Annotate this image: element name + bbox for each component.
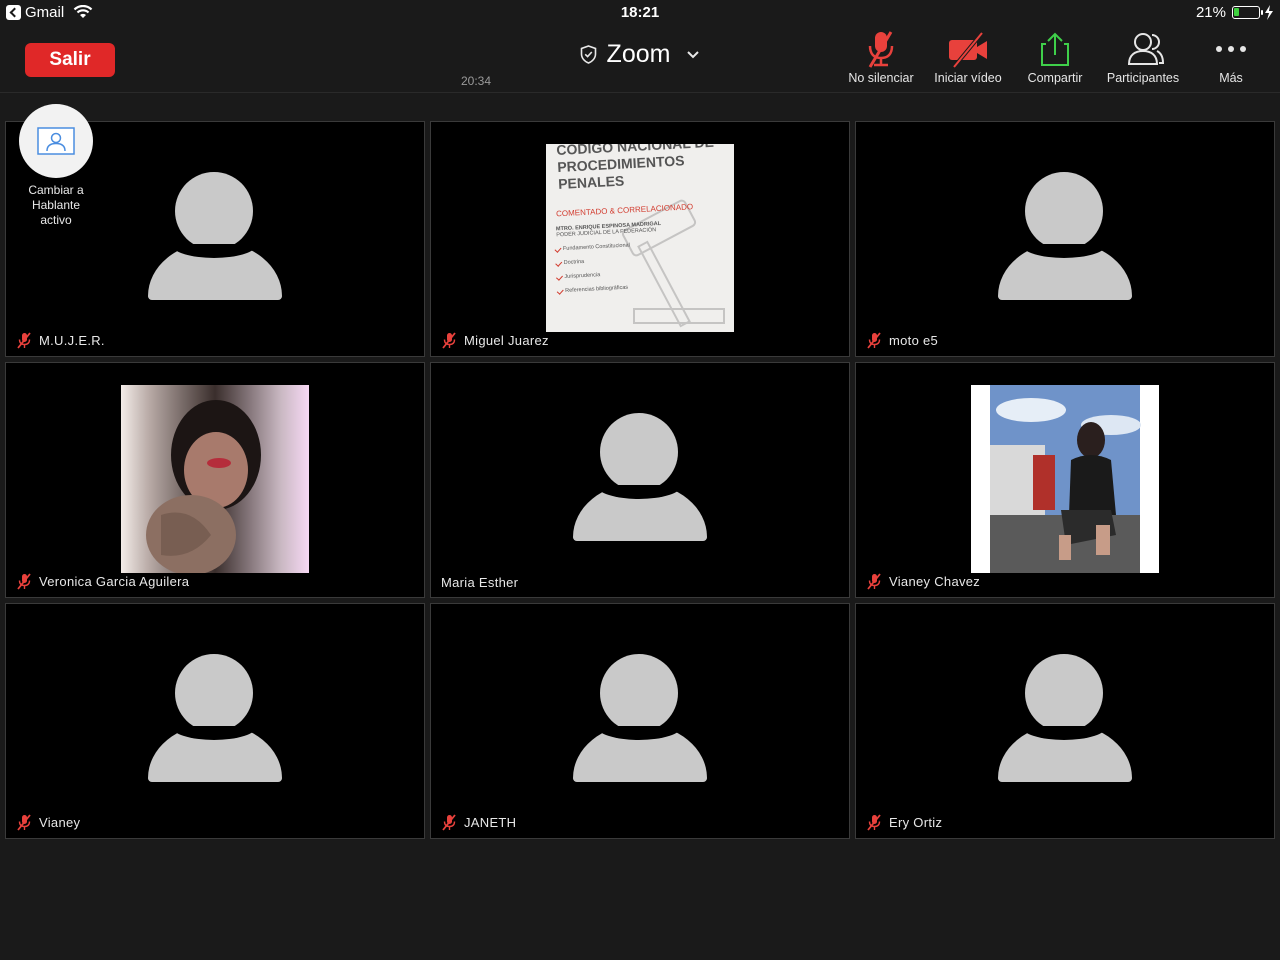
participant-tile[interactable]: Maria Esther <box>430 362 850 598</box>
more-icon <box>1216 46 1246 52</box>
book-features-list: Fundamento Constitucional Doctrina Juris… <box>555 238 725 295</box>
share-label: Compartir <box>1027 71 1083 85</box>
meeting-toolbar: Salir Zoom 20:34 No silenciar Iniciar ví… <box>0 26 1280 93</box>
mic-muted-icon <box>17 573 31 590</box>
participant-avatar <box>570 413 710 543</box>
participant-name-label: JANETH <box>441 814 516 831</box>
charging-icon <box>1265 5 1273 20</box>
participants-button[interactable]: Participantes <box>1098 30 1188 85</box>
participants-label: Participantes <box>1106 71 1180 85</box>
participant-avatar <box>995 654 1135 784</box>
participant-name-label: Vianey <box>16 814 80 831</box>
mic-muted-icon <box>17 814 31 831</box>
participant-name-label: moto e5 <box>866 332 938 349</box>
participant-avatar <box>145 172 285 302</box>
participant-tile[interactable]: moto e5 <box>855 121 1275 357</box>
share-button[interactable]: Compartir <box>1010 30 1100 85</box>
participant-avatar <box>995 172 1135 302</box>
participant-name: Miguel Juarez <box>464 333 549 348</box>
video-off-icon <box>949 31 987 68</box>
participant-tile[interactable]: Ery Ortiz <box>855 603 1275 839</box>
participant-name-label: Veronica Garcia Aguilera <box>16 573 189 590</box>
participant-name-label: Vianey Chavez <box>866 573 980 590</box>
book-feature: Doctrina <box>556 252 724 267</box>
meeting-title-text: Zoom <box>606 40 671 68</box>
mic-muted-icon <box>17 332 31 349</box>
participant-name-label: Miguel Juarez <box>441 332 549 349</box>
participant-tile[interactable]: Vianey <box>5 603 425 839</box>
participant-name: Vianey <box>39 815 81 830</box>
participant-name: Maria Esther <box>441 575 519 590</box>
chevron-down-icon <box>687 50 700 58</box>
switch-active-speaker[interactable]: Cambiar a Hablante activo <box>18 104 94 228</box>
share-icon <box>1041 32 1069 66</box>
meeting-info-dropdown[interactable]: Zoom <box>580 40 701 69</box>
unmute-label: No silenciar <box>848 71 914 85</box>
participant-name: Ery Ortiz <box>889 815 943 830</box>
book-cover-video: CÓDIGO NACIONAL DE PROCEDIMIENTOS PENALE… <box>546 144 734 332</box>
participant-avatar <box>570 654 710 784</box>
participant-name-label: Maria Esther <box>441 575 518 590</box>
start-video-label: Iniciar vídeo <box>934 71 1002 85</box>
switch-active-speaker-button[interactable] <box>19 104 93 178</box>
meeting-timer: 20:34 <box>460 74 492 88</box>
unmute-button[interactable]: No silenciar <box>836 30 926 85</box>
status-bar: Gmail 18:21 21% <box>0 0 1280 26</box>
battery-icon <box>1232 6 1263 19</box>
participant-tile[interactable]: CÓDIGO NACIONAL DE PROCEDIMIENTOS PENALE… <box>430 121 850 357</box>
book-feature: Jurisprudencia <box>556 266 724 281</box>
battery-percent: 21% <box>1195 4 1226 21</box>
participant-name: Vianey Chavez <box>889 574 981 589</box>
mic-muted-icon <box>442 332 456 349</box>
participant-name: moto e5 <box>889 333 939 348</box>
participant-tile[interactable]: JANETH <box>430 603 850 839</box>
switch-active-speaker-label: Cambiar a Hablante activo <box>28 183 84 227</box>
participant-name: Veronica Garcia Aguilera <box>39 574 190 589</box>
mic-muted-icon <box>868 31 894 68</box>
active-speaker-icon <box>37 127 75 155</box>
participant-video-photo <box>121 385 309 573</box>
participant-name: M.U.J.E.R. <box>39 333 105 348</box>
more-label: Más <box>1219 71 1243 85</box>
participant-name: JANETH <box>464 815 517 830</box>
participant-video-photo <box>971 385 1159 573</box>
more-button[interactable]: Más <box>1186 30 1276 85</box>
clock: 18:21 <box>620 4 660 21</box>
start-video-button[interactable]: Iniciar vídeo <box>923 30 1013 85</box>
participant-name-label: Ery Ortiz <box>866 814 942 831</box>
mic-muted-icon <box>867 814 881 831</box>
participants-icon <box>1127 33 1165 65</box>
mic-muted-icon <box>867 332 881 349</box>
participant-tile[interactable]: Vianey Chavez <box>855 362 1275 598</box>
participant-name-label: M.U.J.E.R. <box>16 332 105 349</box>
mic-muted-icon <box>442 814 456 831</box>
shield-check-icon <box>580 45 596 64</box>
participant-tile[interactable]: Veronica Garcia Aguilera <box>5 362 425 598</box>
battery-level <box>1234 8 1239 16</box>
mic-muted-icon <box>867 573 881 590</box>
participant-avatar <box>145 654 285 784</box>
